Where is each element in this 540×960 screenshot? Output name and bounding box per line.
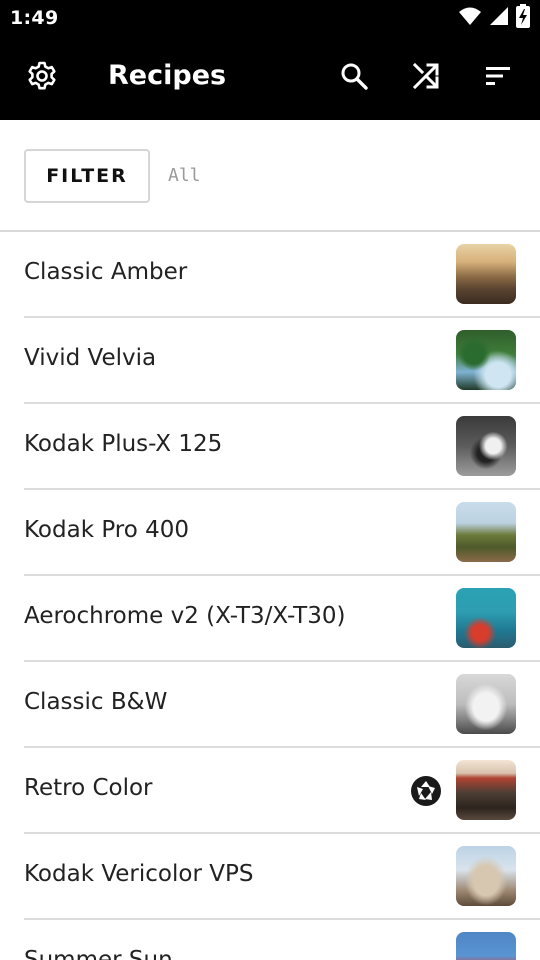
- recipe-name: Vivid Velvia: [24, 345, 157, 371]
- search-button[interactable]: [330, 54, 378, 102]
- list-item[interactable]: Vivid Velvia: [0, 318, 540, 404]
- sort-button[interactable]: [474, 54, 522, 102]
- cellular-signal-icon: [488, 5, 510, 31]
- gear-icon: [26, 60, 58, 96]
- recipe-thumbnail: [456, 846, 516, 906]
- app-bar: Recipes: [0, 36, 540, 120]
- recipe-name: Aerochrome v2 (X-T3/X-T30): [24, 603, 346, 629]
- aperture-icon: [410, 775, 442, 807]
- search-icon: [339, 61, 369, 95]
- page-title: Recipes: [108, 60, 227, 91]
- recipe-name: Kodak Plus-X 125: [24, 431, 223, 457]
- recipe-name: Kodak Vericolor VPS: [24, 861, 254, 887]
- recipe-thumbnail: [456, 760, 516, 820]
- recipe-thumbnail: [456, 502, 516, 562]
- list-item[interactable]: Kodak Pro 400: [0, 490, 540, 576]
- status-time: 1:49: [10, 7, 59, 29]
- list-item[interactable]: Summer Sun: [0, 920, 540, 960]
- list-item[interactable]: Kodak Vericolor VPS: [0, 834, 540, 920]
- recipe-thumbnail: [456, 416, 516, 476]
- status-bar: 1:49: [0, 0, 540, 36]
- list-item[interactable]: Kodak Plus-X 125: [0, 404, 540, 490]
- recipe-thumbnail: [456, 932, 516, 960]
- sort-icon: [483, 61, 513, 95]
- recipe-name: Kodak Pro 400: [24, 517, 190, 543]
- shuffle-icon: [411, 61, 441, 95]
- recipe-list: Classic Amber Vivid Velvia Kodak Plus-X …: [0, 232, 540, 960]
- recipe-name: Classic B&W: [24, 689, 168, 715]
- shuffle-button[interactable]: [402, 54, 450, 102]
- recipe-thumbnail: [456, 330, 516, 390]
- settings-button[interactable]: [18, 54, 66, 102]
- filter-row: FILTER All: [0, 120, 540, 230]
- filter-value: All: [168, 165, 201, 186]
- wifi-icon: [458, 5, 482, 31]
- recipe-name: Retro Color: [24, 775, 153, 801]
- filter-button[interactable]: FILTER: [24, 149, 150, 203]
- list-item[interactable]: Aerochrome v2 (X-T3/X-T30): [0, 576, 540, 662]
- battery-charging-icon: [516, 4, 530, 32]
- list-item[interactable]: Classic B&W: [0, 662, 540, 748]
- recipe-thumbnail: [456, 674, 516, 734]
- recipe-name: Summer Sun: [24, 947, 173, 960]
- recipe-name: Classic Amber: [24, 259, 188, 285]
- recipe-thumbnail: [456, 244, 516, 304]
- list-item[interactable]: Retro Color: [0, 748, 540, 834]
- recipe-thumbnail: [456, 588, 516, 648]
- list-item[interactable]: Classic Amber: [0, 232, 540, 318]
- status-icons: [458, 4, 530, 32]
